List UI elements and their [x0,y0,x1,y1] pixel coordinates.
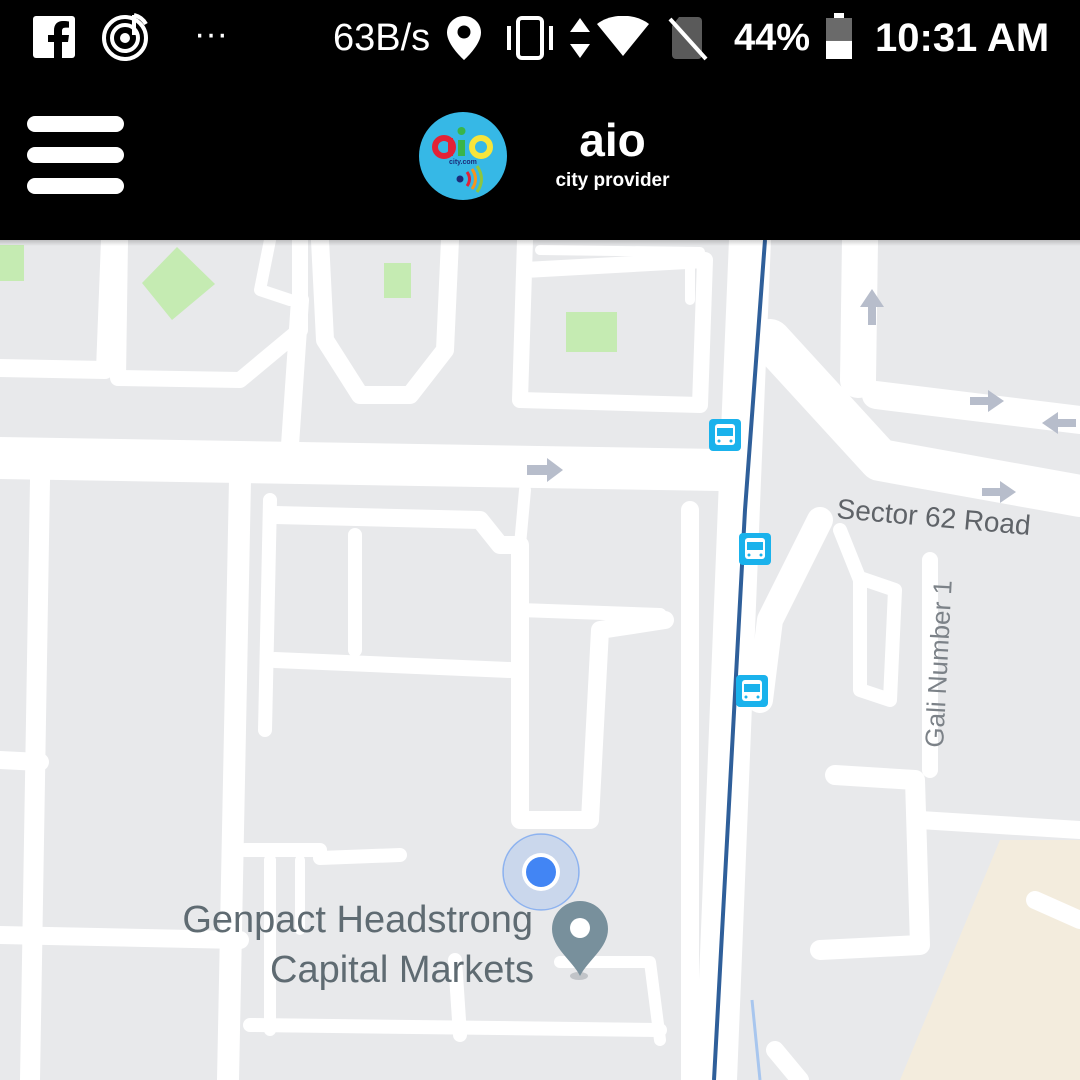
hamburger-menu-icon[interactable] [27,116,124,196]
app-tagline: city provider [555,170,670,191]
logo-subtext: city.com [449,159,477,166]
poi-name-line2[interactable]: Capital Markets [270,949,534,991]
location-icon [447,16,481,65]
app-name: aio [579,114,646,166]
vibrate-icon [503,16,557,65]
status-bar: ··· 63B/s 44% 10:31 AM [0,0,1080,78]
clock: 10:31 AM [875,16,1050,60]
app-logo: city.com [418,111,508,201]
header-shadow [0,240,1080,246]
app-header: city.com aio city provider [0,78,1080,240]
facebook-icon [33,16,75,63]
bus-stop-icon[interactable] [739,533,771,565]
wifi-icon [597,15,649,61]
battery-icon [826,13,852,64]
map-view[interactable]: Sector 62 Road Gali Number 1 Genpact Hea… [0,240,1080,1080]
music-app-icon [102,11,152,66]
overflow-dots: ··· [194,15,228,53]
network-speed: 63B/s [333,17,431,59]
bus-stop-icon[interactable] [709,419,741,451]
no-sim-icon [668,15,708,66]
poi-name-line1[interactable]: Genpact Headstrong [182,899,533,941]
battery-percent: 44% [734,17,811,59]
bus-stop-icon[interactable] [736,675,768,707]
data-transfer-icon [570,18,590,63]
place-pin-icon[interactable] [552,901,608,980]
roads [0,240,1080,1080]
